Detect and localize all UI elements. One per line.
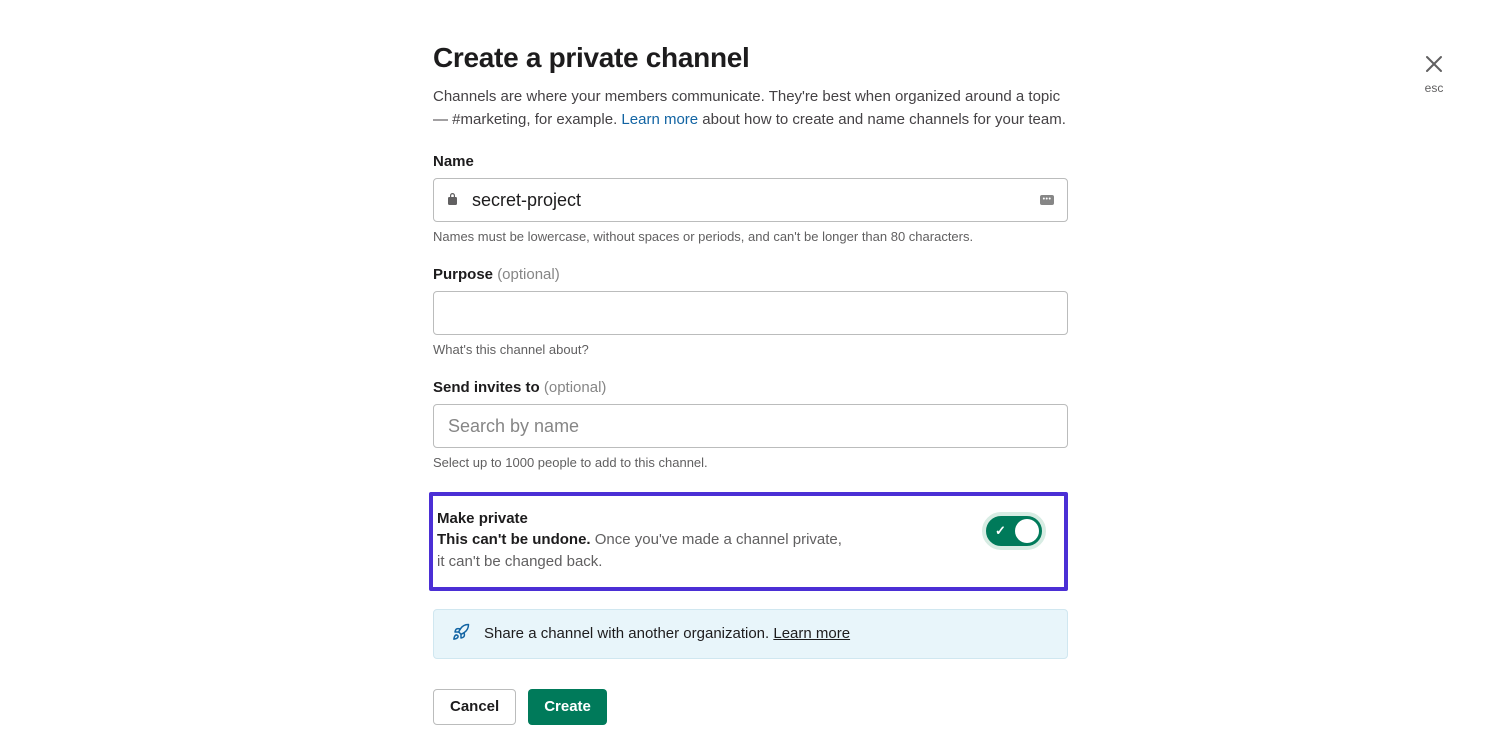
create-channel-modal: Create a private channel Channels are wh… xyxy=(433,42,1068,725)
invites-input[interactable] xyxy=(433,404,1068,448)
make-private-text: Make private This can't be undone. Once … xyxy=(433,510,853,573)
invites-helper: Select up to 1000 people to add to this … xyxy=(433,455,1068,470)
share-text: Share a channel with another organizatio… xyxy=(484,625,773,642)
purpose-input[interactable] xyxy=(433,291,1068,335)
invites-optional: (optional) xyxy=(544,379,607,396)
name-label: Name xyxy=(433,153,1068,170)
check-icon: ✓ xyxy=(995,523,1006,539)
share-learn-more-link[interactable]: Learn more xyxy=(773,625,850,642)
name-field-group: Name Names must be lowercase, without sp… xyxy=(433,153,1068,244)
button-row: Cancel Create xyxy=(433,689,1068,725)
name-input-wrapper xyxy=(433,178,1068,222)
purpose-label: Purpose (optional) xyxy=(433,266,1068,283)
close-label: esc xyxy=(1425,81,1444,95)
name-helper: Names must be lowercase, without spaces … xyxy=(433,229,1068,244)
share-banner-text: Share a channel with another organizatio… xyxy=(484,625,850,642)
invites-field-group: Send invites to (optional) Select up to … xyxy=(433,379,1068,470)
create-button[interactable]: Create xyxy=(528,689,607,725)
purpose-field-group: Purpose (optional) What's this channel a… xyxy=(433,266,1068,357)
close-icon xyxy=(1424,52,1444,78)
purpose-label-text: Purpose xyxy=(433,266,497,283)
invites-label: Send invites to (optional) xyxy=(433,379,1068,396)
purpose-optional: (optional) xyxy=(497,266,560,283)
modal-description: Channels are where your members communic… xyxy=(433,86,1068,131)
make-private-label: Make private xyxy=(437,510,853,527)
description-text-after: about how to create and name channels fo… xyxy=(698,111,1066,128)
make-private-toggle[interactable]: ✓ xyxy=(982,512,1046,550)
modal-title: Create a private channel xyxy=(433,42,1068,74)
lock-icon xyxy=(447,192,458,208)
rocket-icon xyxy=(452,623,470,645)
make-private-description: This can't be undone. Once you've made a… xyxy=(437,529,853,573)
keyboard-icon xyxy=(1040,195,1054,205)
toggle-knob xyxy=(1015,519,1039,543)
invites-label-text: Send invites to xyxy=(433,379,544,396)
make-private-section: Make private This can't be undone. Once … xyxy=(429,492,1068,591)
purpose-helper: What's this channel about? xyxy=(433,342,1068,357)
name-input[interactable] xyxy=(433,178,1068,222)
learn-more-link[interactable]: Learn more xyxy=(621,111,698,128)
share-banner: Share a channel with another organizatio… xyxy=(433,609,1068,659)
make-private-warning-bold: This can't be undone. xyxy=(437,531,591,548)
close-button[interactable]: esc xyxy=(1424,52,1444,95)
cancel-button[interactable]: Cancel xyxy=(433,689,516,725)
